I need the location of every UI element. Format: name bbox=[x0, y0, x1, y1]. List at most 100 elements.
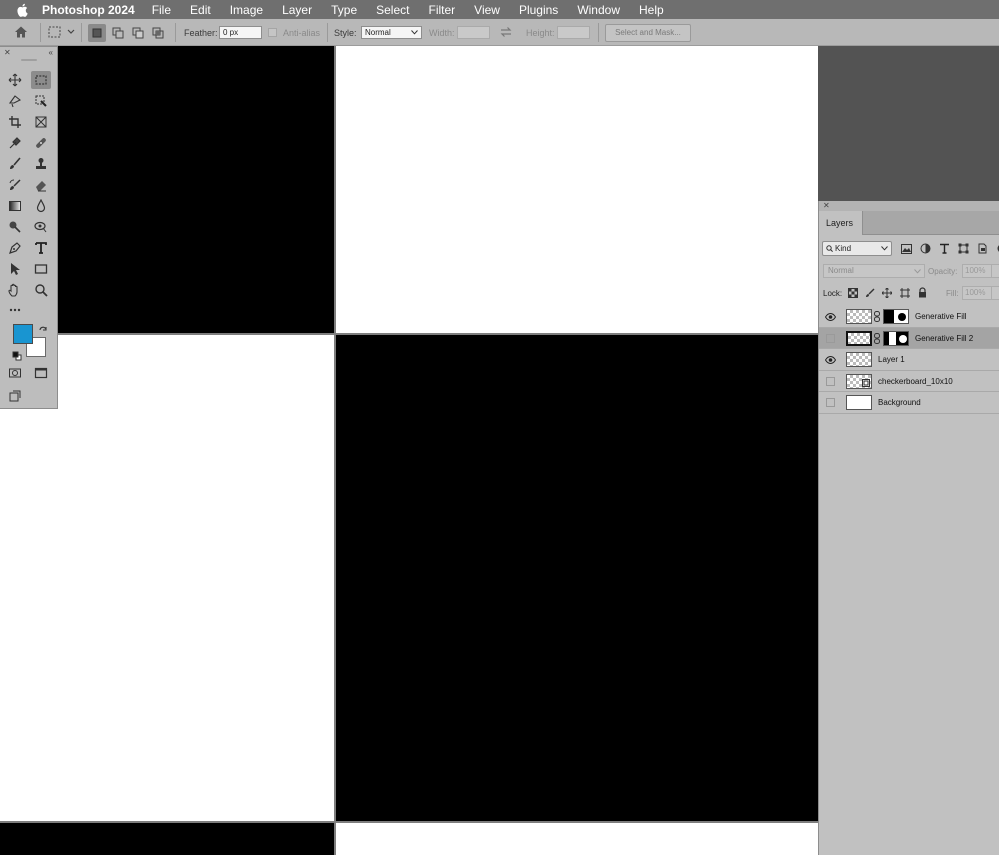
marquee-tool-preset-icon[interactable] bbox=[47, 25, 75, 41]
app-name-menu[interactable]: Photoshop 2024 bbox=[42, 3, 135, 17]
lock-position-icon[interactable] bbox=[881, 287, 893, 300]
document-canvas[interactable] bbox=[0, 46, 818, 855]
dodge-tool-icon[interactable] bbox=[5, 218, 25, 236]
eraser-tool-icon[interactable] bbox=[31, 176, 51, 194]
collapse-icon[interactable]: « bbox=[49, 48, 53, 57]
eyedropper-tool-icon[interactable] bbox=[5, 134, 25, 152]
more-tools-icon[interactable] bbox=[5, 301, 25, 319]
home-icon[interactable] bbox=[14, 25, 30, 41]
edit-toolbar-icon[interactable] bbox=[5, 387, 25, 405]
lock-image-pixels-icon[interactable] bbox=[865, 288, 875, 300]
swap-width-height-icon[interactable] bbox=[499, 26, 513, 39]
menu-file[interactable]: File bbox=[152, 3, 171, 17]
menu-view[interactable]: View bbox=[474, 3, 500, 17]
layer-row[interactable]: Layer 1 bbox=[819, 349, 999, 371]
pixel-layer-filter-icon[interactable] bbox=[900, 242, 913, 255]
layer-mask-thumbnail[interactable] bbox=[883, 330, 909, 346]
lasso-tool-icon[interactable] bbox=[5, 92, 25, 110]
object-selection-tool-icon[interactable] bbox=[31, 92, 51, 110]
quick-mask-icon[interactable] bbox=[5, 364, 25, 382]
fill-chevron-icon[interactable] bbox=[992, 286, 999, 300]
blur-tool-icon[interactable] bbox=[31, 197, 51, 215]
pen-tool-icon[interactable] bbox=[5, 239, 25, 257]
crop-tool-icon[interactable] bbox=[5, 113, 25, 131]
rectangular-marquee-tool-icon[interactable] bbox=[31, 71, 51, 89]
width-input[interactable] bbox=[457, 26, 490, 39]
new-selection-mode-icon[interactable] bbox=[88, 24, 106, 42]
mask-link-icon[interactable] bbox=[874, 332, 880, 344]
healing-brush-tool-icon[interactable] bbox=[31, 134, 51, 152]
rectangle-tool-icon[interactable] bbox=[31, 260, 51, 278]
menu-select[interactable]: Select bbox=[376, 3, 409, 17]
style-select[interactable]: Normal bbox=[361, 26, 422, 39]
anti-alias-checkbox[interactable] bbox=[268, 28, 277, 37]
menu-edit[interactable]: Edit bbox=[190, 3, 211, 17]
smart-object-filter-icon[interactable] bbox=[976, 242, 989, 255]
foreground-color-swatch[interactable] bbox=[13, 324, 33, 344]
layer-row[interactable]: checkerboard_10x10 bbox=[819, 371, 999, 392]
swap-colors-icon[interactable] bbox=[38, 323, 48, 333]
layer-thumbnail[interactable] bbox=[846, 352, 872, 367]
visibility-eye-icon[interactable] bbox=[825, 311, 836, 322]
lock-all-icon[interactable] bbox=[918, 287, 927, 300]
feather-input[interactable]: 0 px bbox=[219, 26, 262, 39]
apple-icon[interactable] bbox=[14, 0, 30, 19]
subtract-from-selection-mode-icon[interactable] bbox=[129, 24, 147, 42]
path-selection-tool-icon[interactable] bbox=[5, 260, 25, 278]
close-icon[interactable]: ✕ bbox=[823, 201, 830, 210]
screen-mode-icon[interactable] bbox=[31, 364, 51, 382]
select-and-mask-button[interactable]: Select and Mask... bbox=[605, 24, 691, 42]
spot-remove-tool-icon[interactable] bbox=[31, 218, 51, 236]
height-input[interactable] bbox=[557, 26, 590, 39]
layer-row-selected[interactable]: Generative Fill 2 bbox=[819, 327, 999, 349]
visibility-eye-icon[interactable] bbox=[825, 354, 836, 365]
opacity-chevron-icon[interactable] bbox=[992, 264, 999, 278]
filter-kind-select[interactable]: Kind bbox=[822, 241, 892, 256]
layer-mask-thumbnail[interactable] bbox=[883, 309, 909, 324]
add-to-selection-mode-icon[interactable] bbox=[109, 24, 127, 42]
layer-name[interactable]: Generative Fill 2 bbox=[915, 334, 973, 343]
layer-row[interactable]: Generative Fill bbox=[819, 306, 999, 328]
visibility-toggle[interactable] bbox=[826, 333, 835, 343]
adjustment-layer-filter-icon[interactable] bbox=[919, 242, 932, 255]
shape-layer-filter-icon[interactable] bbox=[957, 242, 970, 255]
menu-window[interactable]: Window bbox=[577, 3, 620, 17]
mask-link-icon[interactable] bbox=[874, 311, 880, 322]
brush-tool-icon[interactable] bbox=[5, 155, 25, 173]
layer-name[interactable]: Generative Fill bbox=[915, 312, 967, 321]
close-icon[interactable]: ✕ bbox=[4, 48, 11, 57]
frame-tool-icon[interactable] bbox=[31, 113, 51, 131]
type-tool-icon[interactable] bbox=[31, 239, 51, 257]
blend-mode-select[interactable]: Normal bbox=[823, 264, 925, 278]
layer-thumbnail[interactable] bbox=[846, 330, 872, 346]
layer-name[interactable]: Background bbox=[878, 398, 921, 407]
filter-toggle-icon[interactable] bbox=[993, 242, 999, 255]
opacity-input[interactable]: 100% bbox=[962, 264, 992, 278]
zoom-tool-icon[interactable] bbox=[31, 281, 51, 299]
lock-transparent-pixels-icon[interactable] bbox=[848, 288, 858, 300]
menu-layer[interactable]: Layer bbox=[282, 3, 312, 17]
move-tool-icon[interactable] bbox=[5, 71, 25, 89]
visibility-toggle[interactable] bbox=[826, 376, 835, 386]
menu-help[interactable]: Help bbox=[639, 3, 664, 17]
menu-filter[interactable]: Filter bbox=[428, 3, 455, 17]
menu-type[interactable]: Type bbox=[331, 3, 357, 17]
visibility-toggle[interactable] bbox=[826, 398, 835, 407]
intersect-selection-mode-icon[interactable] bbox=[149, 24, 167, 42]
history-brush-tool-icon[interactable] bbox=[5, 176, 25, 194]
layer-row[interactable]: Background bbox=[819, 392, 999, 414]
menu-plugins[interactable]: Plugins bbox=[519, 3, 558, 17]
smart-object-thumbnail[interactable] bbox=[846, 373, 872, 389]
gradient-tool-icon[interactable] bbox=[5, 197, 25, 215]
layer-name[interactable]: Layer 1 bbox=[878, 355, 905, 364]
clone-stamp-tool-icon[interactable] bbox=[31, 155, 51, 173]
layer-thumbnail[interactable] bbox=[846, 395, 872, 410]
layer-thumbnail[interactable] bbox=[846, 309, 872, 324]
tab-layers[interactable]: Layers bbox=[819, 211, 863, 235]
lock-artboard-icon[interactable] bbox=[900, 288, 910, 300]
layer-name[interactable]: checkerboard_10x10 bbox=[878, 377, 953, 386]
hand-tool-icon[interactable] bbox=[5, 281, 25, 299]
menu-image[interactable]: Image bbox=[230, 3, 263, 17]
default-colors-icon[interactable] bbox=[12, 348, 22, 361]
type-layer-filter-icon[interactable] bbox=[938, 242, 951, 255]
